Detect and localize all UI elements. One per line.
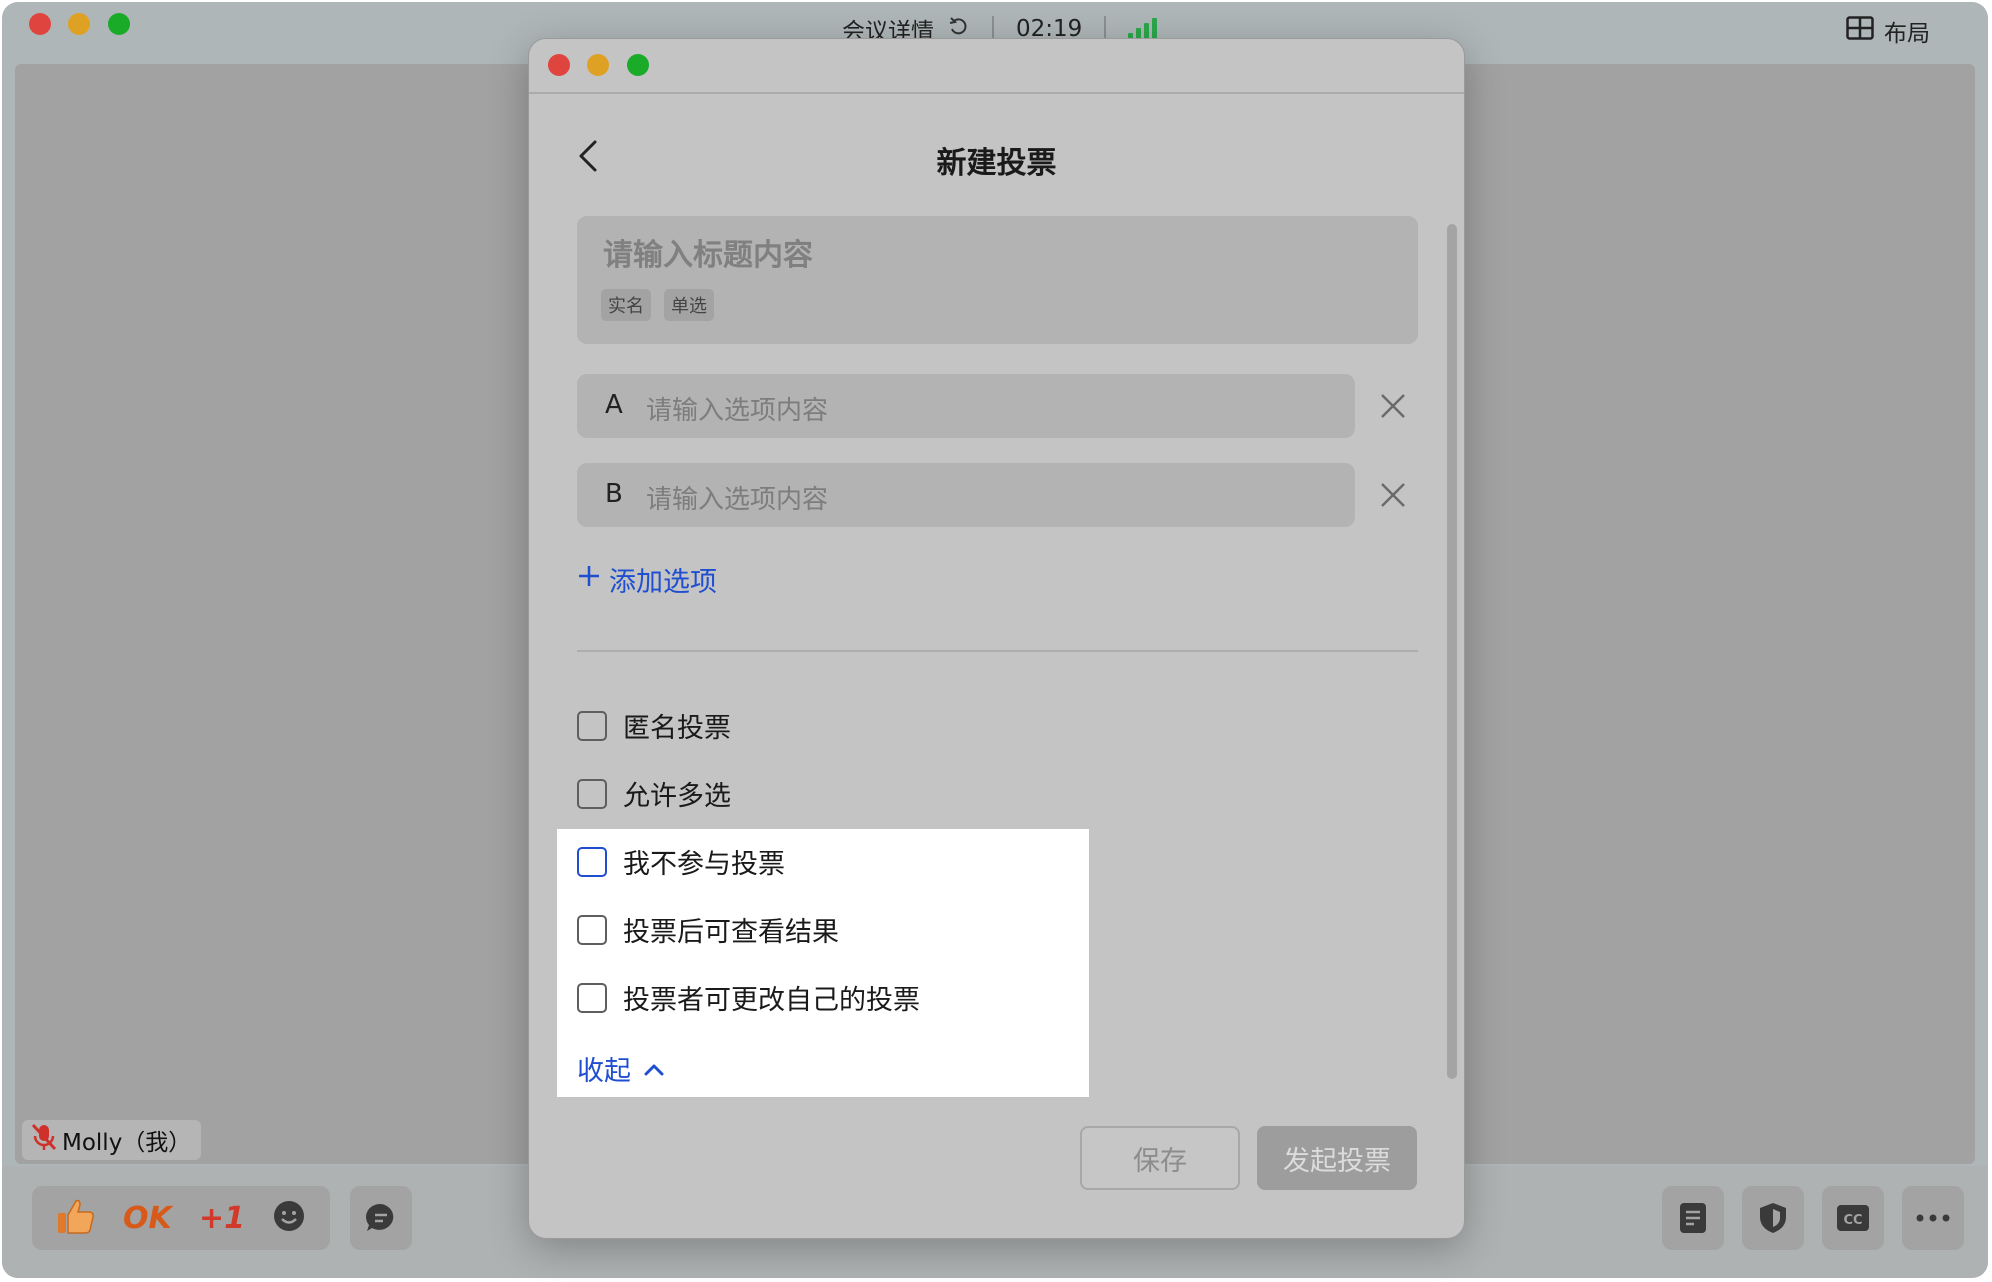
poll-title-input[interactable]: 请输入标题内容 实名 单选 (577, 216, 1418, 344)
minimize-window-button[interactable] (68, 13, 90, 35)
checkbox[interactable] (577, 982, 607, 1013)
dialog-header: 新建投票 (529, 94, 1464, 214)
chevron-up-icon (643, 1053, 665, 1084)
checkbox-label: 投票者可更改自己的投票 (623, 985, 920, 1016)
option-input-a[interactable]: A 请输入选项内容 (577, 374, 1355, 438)
checkbox-label: 投票后可查看结果 (623, 917, 839, 948)
add-option-button[interactable]: 添加选项 (577, 560, 717, 599)
option-placeholder: 请输入选项内容 (646, 485, 829, 515)
tag-real-name: 实名 (601, 289, 651, 321)
option-letter: B (605, 479, 623, 509)
layout-label: 布局 (1884, 21, 1930, 47)
notes-button[interactable] (1662, 1186, 1724, 1250)
new-poll-dialog: 新建投票 请输入标题内容 实名 单选 A 请输入选项内容 B 请输入选项内容 添… (528, 38, 1465, 1239)
tag-single-choice: 单选 (664, 289, 714, 321)
close-window-button[interactable] (29, 13, 51, 35)
security-button[interactable] (1742, 1186, 1804, 1250)
start-poll-button[interactable]: 发起投票 (1257, 1126, 1417, 1190)
more-button[interactable] (1902, 1186, 1964, 1250)
add-option-label: 添加选项 (609, 567, 717, 598)
checkbox-label: 允许多选 (623, 781, 731, 812)
checkbox-not-participating[interactable]: 我不参与投票 (577, 842, 785, 881)
checkbox[interactable] (577, 778, 607, 809)
collapse-label: 收起 (577, 1056, 631, 1087)
mic-muted-icon (30, 1122, 58, 1158)
dialog-close-button[interactable] (548, 54, 570, 76)
checkbox[interactable] (577, 846, 607, 877)
participant-name: Molly（我） (62, 1130, 192, 1156)
scrollbar[interactable] (1447, 224, 1457, 1079)
checkbox-anonymous[interactable]: 匿名投票 (577, 706, 731, 745)
checkbox-view-results-after-vote[interactable]: 投票后可查看结果 (577, 910, 839, 949)
chat-button[interactable] (350, 1186, 412, 1250)
maximize-window-button[interactable] (108, 13, 130, 35)
grid-layout-icon (1846, 16, 1874, 46)
dialog-minimize-button[interactable] (587, 54, 609, 76)
checkbox-label: 我不参与投票 (623, 849, 785, 880)
checkbox-multiple-choice[interactable]: 允许多选 (577, 774, 731, 813)
ok-reaction[interactable]: OK (123, 1201, 172, 1236)
title-placeholder: 请输入标题内容 (603, 238, 813, 273)
plus-one-reaction[interactable]: +1 (199, 1201, 245, 1236)
remove-option-a-icon[interactable] (1377, 390, 1409, 422)
shield-icon (1760, 1203, 1786, 1233)
divider (577, 650, 1418, 652)
reaction-group: OK +1 (32, 1186, 330, 1250)
captions-button[interactable]: CC (1822, 1186, 1884, 1250)
dialog-titlebar (529, 39, 1464, 94)
save-button[interactable]: 保存 (1080, 1126, 1240, 1190)
chat-icon (366, 1203, 394, 1231)
svg-text:CC: CC (1843, 1213, 1862, 1228)
collapse-button[interactable]: 收起 (577, 1049, 665, 1088)
participant-name-tag: Molly（我） (22, 1120, 202, 1160)
option-input-b[interactable]: B 请输入选项内容 (577, 463, 1355, 527)
remove-option-b-icon[interactable] (1377, 479, 1409, 511)
option-placeholder: 请输入选项内容 (646, 396, 829, 426)
dialog-title: 新建投票 (936, 146, 1057, 181)
checkbox[interactable] (577, 710, 607, 741)
layout-button[interactable]: 布局 (1846, 14, 1930, 48)
dialog-maximize-button[interactable] (627, 54, 649, 76)
option-letter: A (605, 390, 623, 420)
more-icon (1916, 1214, 1950, 1222)
checkbox-label: 匿名投票 (623, 713, 731, 744)
notes-icon (1680, 1203, 1706, 1233)
checkbox[interactable] (577, 914, 607, 945)
cc-icon: CC (1837, 1205, 1869, 1231)
plus-icon (577, 564, 601, 595)
emoji-icon[interactable] (272, 1199, 306, 1237)
checkbox-voter-can-change[interactable]: 投票者可更改自己的投票 (577, 978, 920, 1017)
thumbs-up-icon[interactable] (56, 1197, 96, 1239)
